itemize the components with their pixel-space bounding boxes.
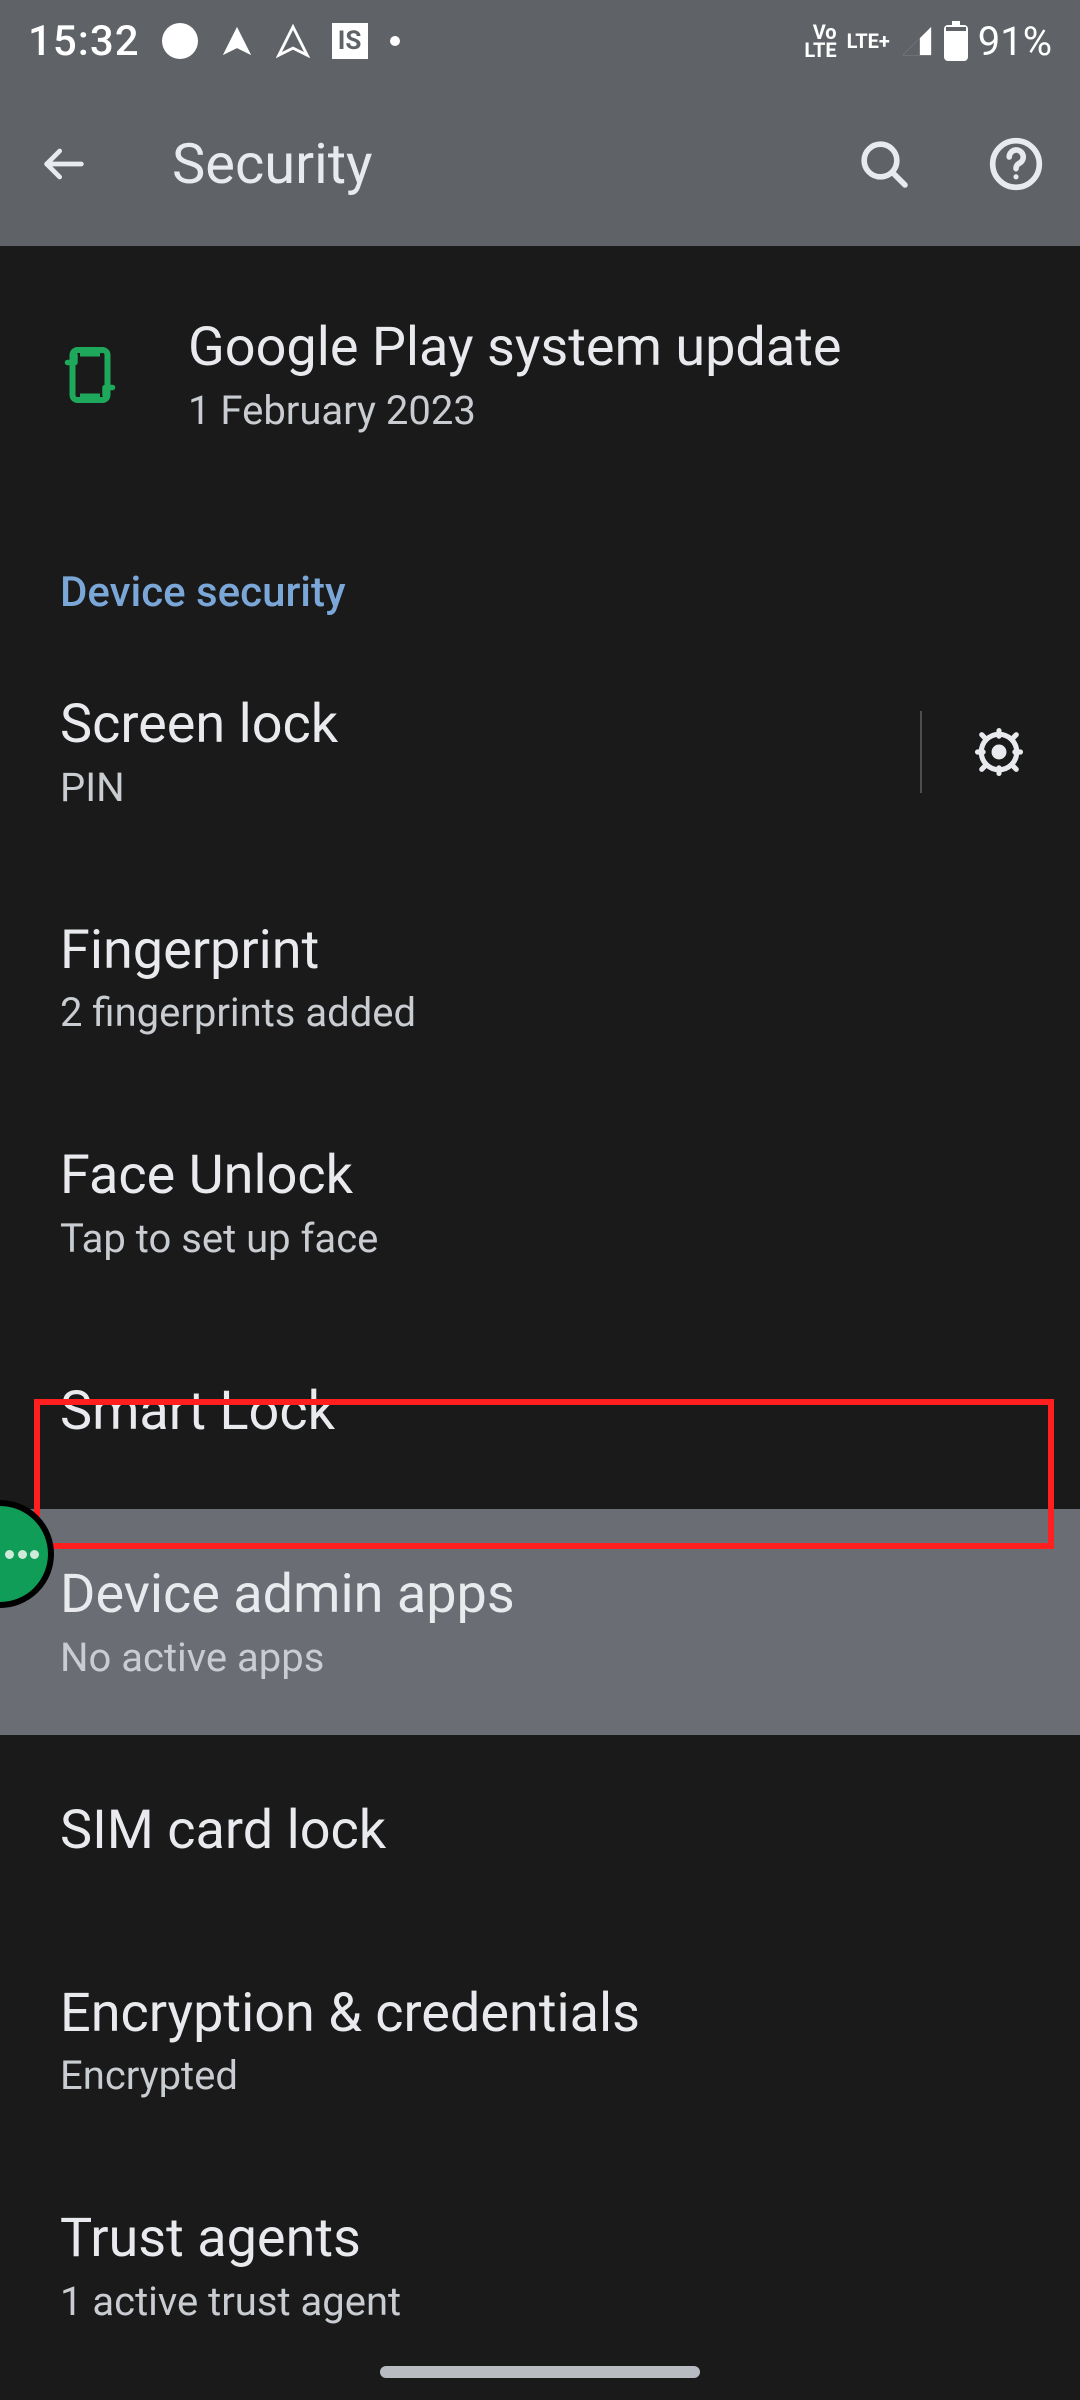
pref-title: Face Unlock [60, 1144, 1020, 1209]
pref-summary: PIN [60, 764, 900, 811]
pref-summary: 2 fingerprints added [60, 989, 1020, 1036]
back-button[interactable] [28, 128, 100, 200]
status-right: Vo LTE LTE+ 91% [804, 18, 1052, 65]
highlight-annotation [34, 1399, 1054, 1549]
pref-title: SIM card lock [60, 1799, 1020, 1864]
pref-title: Google Play system update [188, 316, 1020, 381]
signal-icon [900, 24, 934, 58]
pref-summary: 1 February 2023 [188, 387, 1020, 434]
volte-icon: Vo LTE [804, 23, 836, 59]
pref-title: Trust agents [60, 2207, 1020, 2272]
more-notifications-icon [390, 36, 400, 46]
pref-title: Screen lock [60, 693, 900, 758]
battery-percent: 91% [978, 18, 1052, 65]
screen-lock-settings-button[interactable] [920, 711, 1020, 793]
pref-sim-card-lock[interactable]: SIM card lock [0, 1735, 1080, 1928]
pref-fingerprint[interactable]: Fingerprint 2 fingerprints added [0, 865, 1080, 1091]
pref-title: Fingerprint [60, 919, 1020, 984]
section-header-device-security: Device security [0, 504, 1080, 639]
status-left: 15:32 IS [28, 17, 400, 66]
status-bar: 15:32 IS Vo LTE LTE+ 91% [0, 0, 1080, 82]
system-update-icon [60, 339, 188, 411]
notification-dot-icon [162, 23, 198, 59]
pref-app-pinning[interactable]: App pinning On [0, 2379, 1080, 2400]
pref-trust-agents[interactable]: Trust agents 1 active trust agent [0, 2153, 1080, 2379]
battery-icon [944, 21, 968, 61]
pref-google-play-system-update[interactable]: Google Play system update 1 February 202… [0, 246, 1080, 504]
gesture-nav-bar[interactable] [380, 2366, 700, 2378]
page-title: Security [136, 131, 788, 197]
pref-encryption-credentials[interactable]: Encryption & credentials Encrypted [0, 1928, 1080, 2154]
search-button[interactable] [848, 128, 920, 200]
app-bar: Security [0, 82, 1080, 246]
pref-summary: Tap to set up face [60, 1215, 1020, 1262]
send-icon [220, 24, 254, 58]
pref-screen-lock[interactable]: Screen lock PIN [0, 639, 1080, 865]
pref-face-unlock[interactable]: Face Unlock Tap to set up face [0, 1090, 1080, 1316]
pref-title: Device admin apps [60, 1563, 1020, 1628]
send-icon [276, 24, 310, 58]
status-time: 15:32 [28, 17, 140, 66]
gear-icon [971, 724, 1027, 780]
pref-summary: No active apps [60, 1634, 1020, 1681]
more-icon [5, 1550, 39, 1559]
pref-summary: Encrypted [60, 2052, 1020, 2099]
pref-summary: 1 active trust agent [60, 2278, 1020, 2325]
help-button[interactable] [980, 128, 1052, 200]
lte-icon: LTE+ [847, 32, 890, 50]
content: Google Play system update 1 February 202… [0, 246, 1080, 2400]
app-badge-icon: IS [332, 23, 368, 59]
pref-title: Encryption & credentials [60, 1982, 1020, 2047]
